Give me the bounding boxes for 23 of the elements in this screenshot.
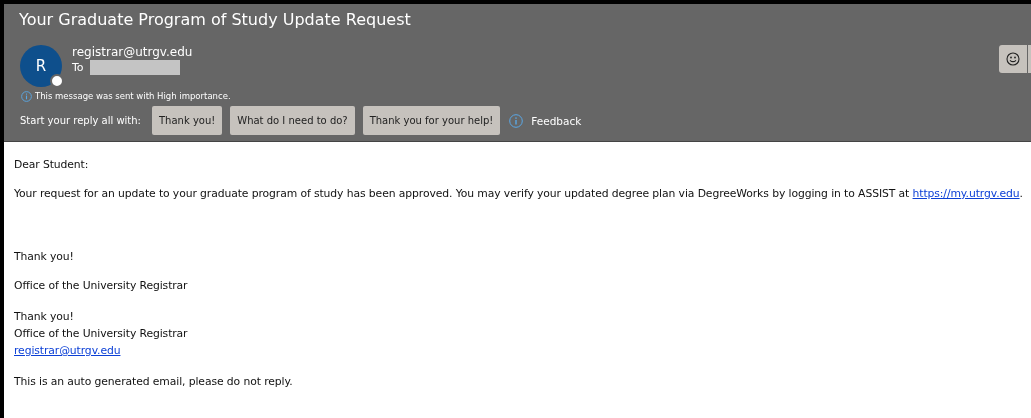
body-paragraph: Office of the University Registrar [14, 279, 189, 292]
email-link[interactable]: registrar@utrgv.edu [14, 344, 121, 357]
sender-address[interactable]: registrar@utrgv.edu [72, 45, 193, 59]
suggested-reply-button[interactable]: Thank you! [152, 106, 223, 135]
smiley-icon [1006, 52, 1020, 66]
suggested-reply-button[interactable]: What do I need to do? [230, 106, 355, 135]
body-paragraph: Dear Student: [14, 158, 90, 171]
to-label: To [72, 61, 84, 74]
info-icon [509, 113, 524, 128]
signature-line: Thank you! [14, 309, 75, 325]
body-paragraph: Your request for an update to your graduate program of study has been approved. You may verify your updated degree plan via DegreeWorks by logging in to ASSIST at https://my.utrgv.edu. [14, 187, 1024, 200]
sender-avatar: R [20, 45, 62, 87]
body-paragraph: Thank you! [14, 250, 75, 263]
body-paragraph: This is an auto generated email, please do not reply. [14, 375, 294, 388]
link[interactable]: https://my.utrgv.edu [912, 187, 1020, 200]
importance-note: This message was sent with High importance. [35, 91, 231, 101]
feedback-link[interactable]: Feedback [531, 114, 582, 127]
signature-line: Office of the University Registrar [14, 326, 189, 342]
message-subject: Your Graduate Program of Study Update Request [18, 10, 412, 31]
reply-prompt: Start your reply all with: [20, 115, 141, 126]
info-icon [21, 90, 32, 102]
emoji-button[interactable] [999, 45, 1027, 73]
suggested-reply-button[interactable]: Thank you for your help! [362, 106, 501, 135]
